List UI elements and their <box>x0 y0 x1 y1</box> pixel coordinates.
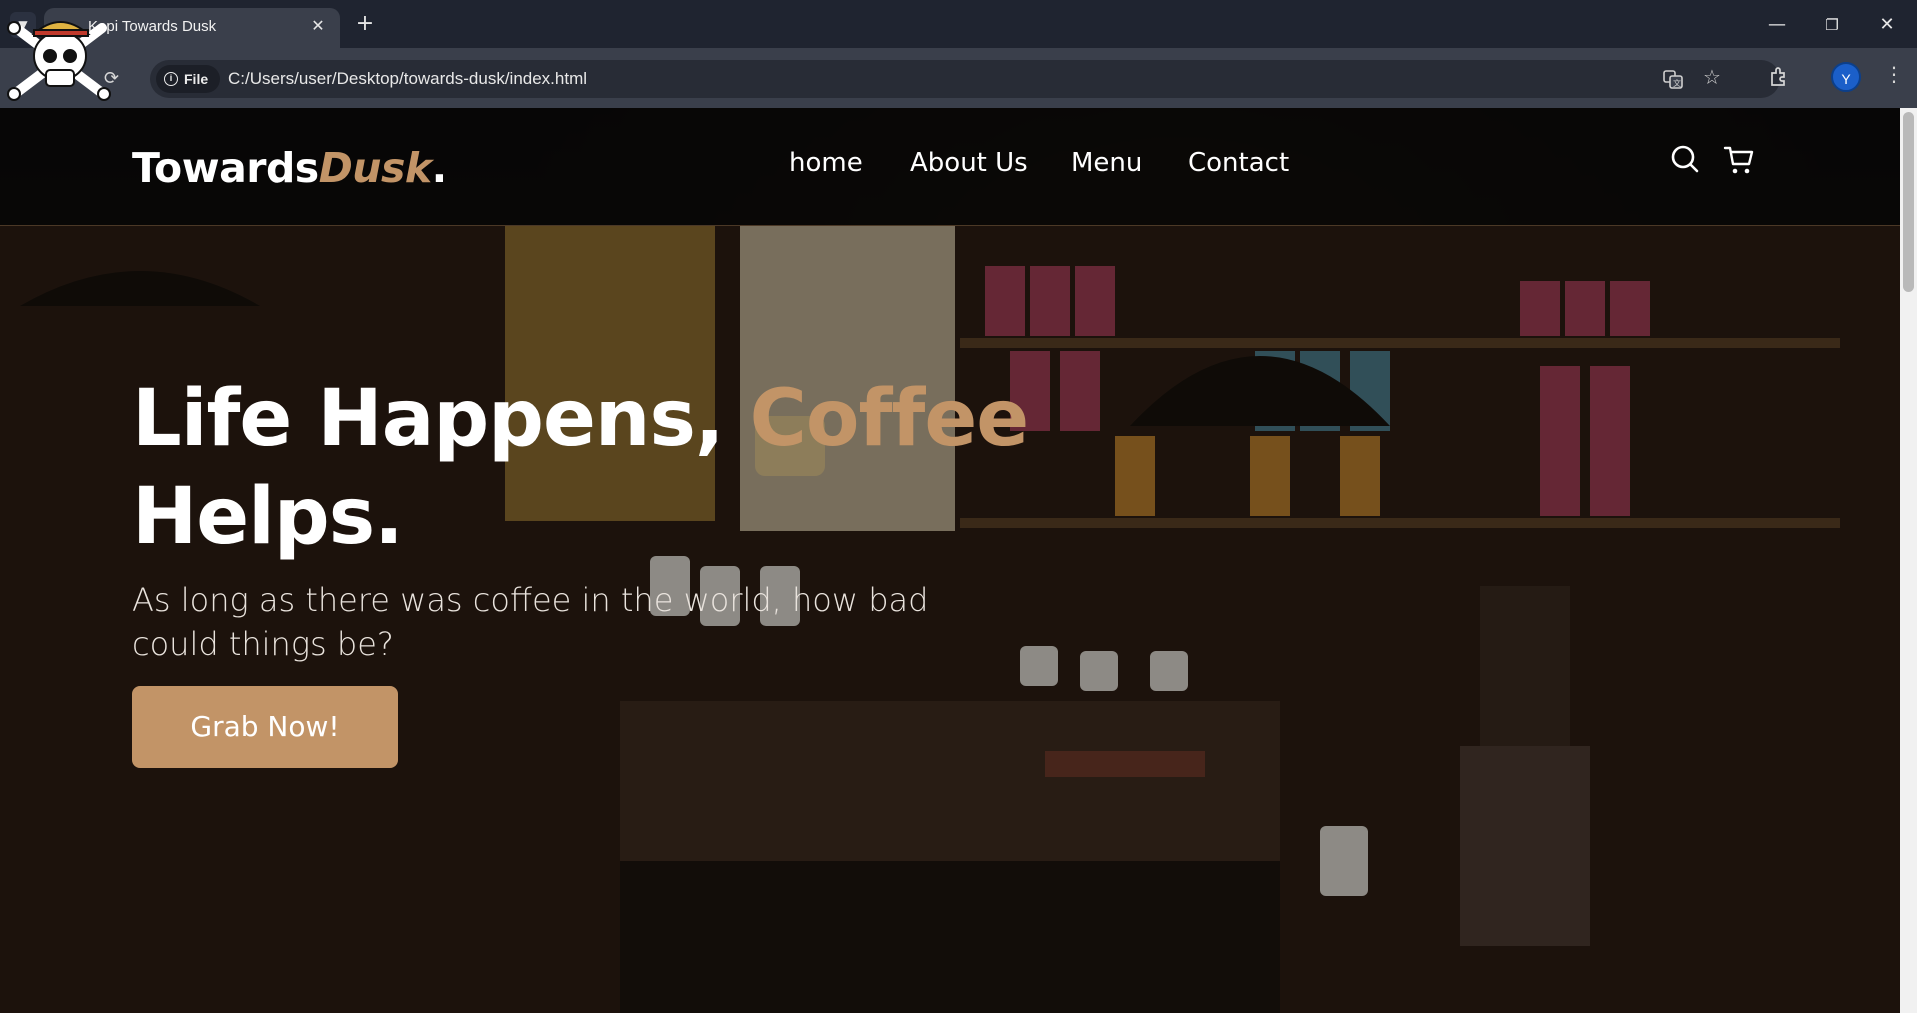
minimize-button[interactable]: — <box>1762 10 1792 40</box>
browser-toolbar: ⟳ i File C:/Users/user/Desktop/towards-d… <box>0 48 1917 108</box>
logo-dot: . <box>431 144 448 192</box>
hero-title-line2: Helps. <box>132 472 404 562</box>
nav-contact[interactable]: Contact <box>1188 148 1289 178</box>
site-info-chip[interactable]: i File <box>156 65 221 93</box>
logo-accent: Dusk <box>318 144 432 192</box>
tab-close-icon[interactable]: ✕ <box>308 16 328 36</box>
search-icon[interactable] <box>1670 144 1700 178</box>
scrollbar-thumb[interactable] <box>1903 112 1914 292</box>
grab-now-button[interactable]: Grab Now! <box>132 686 398 768</box>
close-window-button[interactable]: ✕ <box>1872 10 1902 40</box>
site-logo[interactable]: TowardsDusk. <box>132 144 447 192</box>
svg-text:文: 文 <box>1673 78 1681 88</box>
address-bar[interactable]: i File C:/Users/user/Desktop/towards-dus… <box>150 60 1780 98</box>
site-header: TowardsDusk. home About Us Menu Contact <box>0 108 1900 226</box>
logo-main: Towards <box>132 144 319 192</box>
browser-menu-icon[interactable]: ⋮ <box>1884 62 1904 86</box>
hero-title-main: Life Happens, <box>132 374 750 464</box>
bookmark-star-icon[interactable]: ☆ <box>1703 65 1721 89</box>
translate-icon[interactable]: 文 <box>1662 68 1684 95</box>
nav-menu[interactable]: Menu <box>1071 148 1142 178</box>
new-tab-button[interactable]: + <box>352 12 378 38</box>
nav-about-us[interactable]: About Us <box>910 148 1028 178</box>
profile-avatar[interactable]: Y <box>1831 62 1861 92</box>
web-page: TowardsDusk. home About Us Menu Contact … <box>0 108 1900 1013</box>
cart-icon[interactable] <box>1723 144 1755 180</box>
restore-button[interactable]: ❐ <box>1817 10 1847 40</box>
hero-title: Life Happens, Coffee Helps. <box>132 370 1032 566</box>
hero-title-accent: Coffee <box>749 374 1030 464</box>
page-scrollbar[interactable] <box>1900 108 1917 1013</box>
nav-home[interactable]: home <box>789 148 863 178</box>
hero-subtitle: As long as there was coffee in the world… <box>132 581 929 663</box>
url-text[interactable]: C:/Users/user/Desktop/towards-dusk/index… <box>228 69 587 89</box>
file-chip-label: File <box>184 71 209 87</box>
info-icon: i <box>164 72 178 86</box>
browser-tabbar: ▼ Kopi Towards Dusk ✕ + — ❐ ✕ <box>0 0 1917 48</box>
extensions-icon[interactable] <box>1768 66 1790 93</box>
skull-crossbones-icon <box>7 21 111 101</box>
